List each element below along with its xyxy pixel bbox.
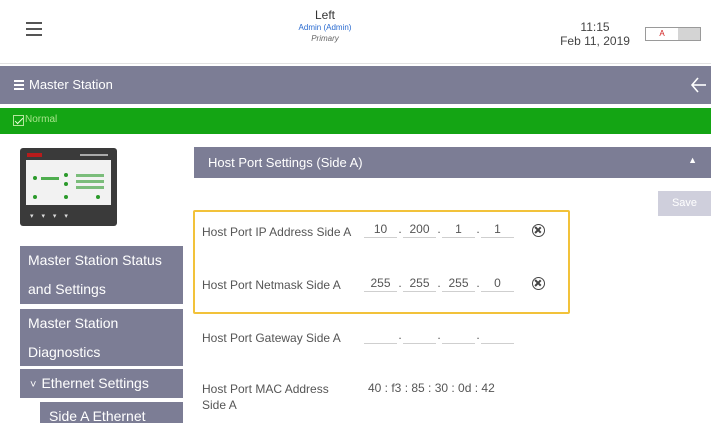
status-text: Normal xyxy=(25,114,58,125)
chevron-down-icon: ˅ xyxy=(30,379,37,391)
mac-address-value: 40 : f3 : 85 : 30 : 0d : 42 xyxy=(368,381,495,395)
hamburger-menu-icon[interactable] xyxy=(26,22,42,36)
sidebar-item-label: Ethernet Settings xyxy=(41,375,149,391)
user-name[interactable]: Admin (Admin) xyxy=(255,22,395,33)
save-button[interactable]: Save xyxy=(658,191,711,216)
device-info: Left Admin (Admin) Primary xyxy=(255,8,395,44)
ip-address-label: Host Port IP Address Side A xyxy=(202,225,352,239)
ip-octet-2[interactable] xyxy=(403,220,436,238)
netmask-octet-3[interactable] xyxy=(442,274,475,292)
side-toggle-option-a[interactable]: A xyxy=(646,28,678,40)
clock: 11:15 Feb 11, 2019 xyxy=(556,20,634,48)
sidebar-item-side-a-ethernet[interactable]: Side A Ethernet xyxy=(40,402,183,423)
gateway-field: . . . xyxy=(364,326,514,344)
side-toggle-option-b[interactable] xyxy=(678,28,700,40)
sidebar-item-ethernet-settings[interactable]: ˅ Ethernet Settings xyxy=(20,369,183,398)
panel-title: Host Port Settings (Side A) xyxy=(208,155,363,170)
netmask-field: . . . xyxy=(364,274,514,292)
ip-octet-3[interactable] xyxy=(442,220,475,238)
status-bar: Normal xyxy=(0,108,711,134)
sidebar-item-label: Master Station Status xyxy=(28,252,162,268)
device-buttons: ▾ ▾ ▾ ▾ xyxy=(30,213,71,220)
device-name: Left xyxy=(314,8,335,22)
device-thumbnail: ▾ ▾ ▾ ▾ xyxy=(20,148,117,226)
page-title: Master Station xyxy=(14,77,113,92)
checkmark-icon xyxy=(13,115,24,126)
netmask-octet-2[interactable] xyxy=(403,274,436,292)
mac-address-label: Host Port MAC Address Side A xyxy=(202,382,329,412)
side-toggle[interactable]: A xyxy=(645,27,701,41)
back-arrow-icon[interactable] xyxy=(689,74,707,96)
device-logo xyxy=(27,153,42,157)
netmask-octet-4[interactable] xyxy=(481,274,514,292)
device-header-line xyxy=(80,154,108,156)
netmask-octet-1[interactable] xyxy=(364,274,397,292)
clock-time: 11:15 xyxy=(580,20,610,34)
gateway-label: Host Port Gateway Side A xyxy=(202,331,341,345)
user-role: Primary xyxy=(311,34,339,43)
ip-octet-1[interactable] xyxy=(364,220,397,238)
clock-date: Feb 11, 2019 xyxy=(560,34,630,48)
chevron-up-icon[interactable]: ▲ xyxy=(688,155,697,165)
title-bar: Master Station xyxy=(0,66,711,104)
sidebar-item-label: Diagnostics xyxy=(28,344,101,360)
gateway-octet-4[interactable] xyxy=(481,326,514,344)
sidebar-item-diagnostics[interactable]: Master Station Diagnostics xyxy=(20,309,183,366)
device-screen xyxy=(26,160,111,205)
ip-address-field: . . . xyxy=(364,220,514,238)
clear-ip-address-icon[interactable] xyxy=(532,224,545,237)
gateway-octet-2[interactable] xyxy=(403,326,436,344)
ip-octet-4[interactable] xyxy=(481,220,514,238)
sidebar-item-label: Master Station xyxy=(28,315,119,331)
menu-lines-icon xyxy=(14,78,24,92)
top-header: Left Admin (Admin) Primary 11:15 Feb 11,… xyxy=(0,0,711,64)
sidebar-item-label: and Settings xyxy=(28,281,106,297)
gateway-octet-3[interactable] xyxy=(442,326,475,344)
netmask-label: Host Port Netmask Side A xyxy=(202,278,341,292)
page-title-text: Master Station xyxy=(29,77,113,92)
clear-netmask-icon[interactable] xyxy=(532,277,545,290)
gateway-octet-1[interactable] xyxy=(364,326,397,344)
panel-header-host-port[interactable]: Host Port Settings (Side A) ▲ xyxy=(194,147,711,178)
sidebar-item-status-settings[interactable]: Master Station Status and Settings xyxy=(20,246,183,304)
